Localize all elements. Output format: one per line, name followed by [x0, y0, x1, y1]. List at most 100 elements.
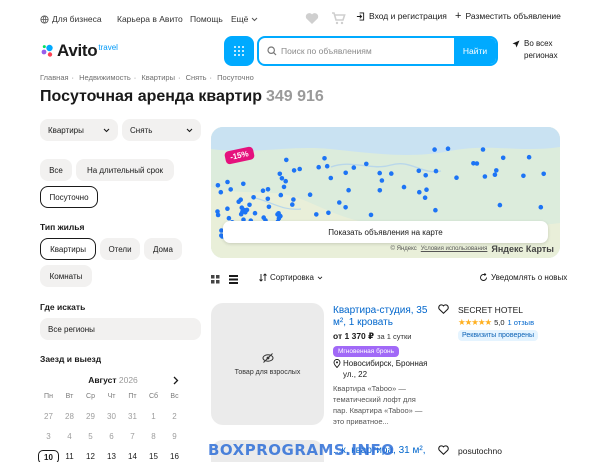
- listing-map-marker: [279, 176, 285, 181]
- favorite-heart-icon[interactable]: [438, 445, 449, 455]
- avito-logo[interactable]: Avito travel: [40, 40, 118, 62]
- weekday: Чт: [107, 393, 116, 400]
- housing-option-rooms[interactable]: Комнаты: [40, 265, 92, 287]
- breadcrumb-item[interactable]: Посуточно: [217, 73, 254, 82]
- term-option-all[interactable]: Все: [40, 159, 72, 181]
- weekday: Пт: [128, 393, 137, 400]
- calendar-day-disabled: 4: [67, 432, 72, 441]
- listing-map-marker: [417, 189, 422, 195]
- adult-product-label: Товар для взрослых: [234, 369, 301, 376]
- listing-map-marker: [278, 192, 284, 198]
- weekday: Вт: [65, 393, 74, 400]
- term-option-daily[interactable]: Посуточно: [40, 186, 98, 208]
- listing-map-marker: [492, 172, 498, 177]
- listing-map-marker: [281, 184, 287, 190]
- housing-option-hotels[interactable]: Отели: [100, 238, 140, 260]
- logo-wordmark: Avito: [57, 41, 98, 60]
- page-title: Посуточная аренда квартир 349 916: [40, 88, 324, 106]
- listing-thumbnail-adult[interactable]: Товар для взрослых: [211, 303, 324, 425]
- more-menu[interactable]: Ещё: [231, 14, 258, 24]
- favorite-heart-icon[interactable]: [438, 304, 449, 314]
- calendar-day-disabled: 6: [109, 432, 114, 441]
- listing-map-marker: [494, 168, 499, 173]
- help-link[interactable]: Помощь: [190, 14, 223, 24]
- listing-map-marker: [500, 155, 506, 161]
- post-ad-link[interactable]: + Разместить объявление: [455, 10, 561, 21]
- region-filter-select[interactable]: Все регионы: [40, 318, 201, 340]
- listing-map-marker: [433, 168, 439, 174]
- breadcrumb-item[interactable]: Снять: [186, 73, 207, 82]
- sort-dropdown[interactable]: Сортировка: [259, 273, 323, 282]
- login-icon: [356, 11, 365, 21]
- listing-map-marker: [432, 147, 437, 152]
- listing-map-marker: [538, 204, 544, 210]
- login-link[interactable]: Вход и регистрация: [356, 11, 447, 21]
- dates-label: Заезд и выезд: [40, 354, 102, 364]
- housing-option-flats[interactable]: Квартиры: [40, 238, 96, 260]
- calendar-day[interactable]: 12: [80, 450, 101, 462]
- listing-title[interactable]: Квартира-студия, 35 м², 1 кровать: [333, 305, 429, 329]
- listing-map-marker: [266, 204, 272, 210]
- listing-map-marker: [401, 184, 407, 190]
- grid-view-icon[interactable]: [211, 275, 220, 284]
- calendar-day-disabled: 28: [65, 412, 74, 421]
- search-button[interactable]: Найти: [454, 38, 496, 64]
- deal-value: Снять: [130, 125, 153, 135]
- chevron-right-icon[interactable]: [172, 376, 180, 385]
- listing-map-marker: [241, 207, 247, 213]
- region-selector[interactable]: Во всех регионах: [512, 38, 558, 62]
- calendar-day[interactable]: 15: [143, 450, 164, 462]
- calendar-day[interactable]: 16: [164, 450, 185, 462]
- map-terms-link[interactable]: Условия использования: [421, 246, 488, 252]
- listing-map-marker: [424, 187, 429, 192]
- search-icon: [267, 46, 277, 56]
- breadcrumb-item[interactable]: Главная: [40, 73, 69, 82]
- listing-map-marker: [252, 210, 258, 216]
- map-preview[interactable]: -15% Показать объявления на карте © Янде…: [211, 127, 560, 258]
- listing-map-marker: [260, 188, 266, 193]
- notify-button[interactable]: Уведомлять о новых: [479, 273, 567, 282]
- listing-map-marker: [480, 147, 486, 152]
- breadcrumb-item[interactable]: Квартиры: [141, 73, 175, 82]
- listing-map-marker: [343, 170, 348, 176]
- category-select[interactable]: Квартиры: [40, 119, 118, 141]
- seller-name[interactable]: SECRET HOTEL: [458, 305, 523, 315]
- seller-name[interactable]: posutochno: [458, 446, 502, 456]
- listing-map-marker: [314, 212, 319, 217]
- yandex-maps-logo[interactable]: Яндекс Карты: [491, 244, 554, 254]
- notify-label: Уведомлять о новых: [491, 273, 568, 282]
- listing-price-value: от 1 370 ₽: [333, 331, 375, 341]
- listing-map-marker: [225, 179, 230, 185]
- listing-map-marker: [445, 146, 451, 151]
- calendar-day[interactable]: 11: [59, 450, 80, 462]
- listing-map-marker: [454, 175, 459, 180]
- listing-map-marker: [324, 163, 330, 169]
- breadcrumb-item[interactable]: Недвижимость: [79, 73, 131, 82]
- listing-map-marker: [377, 170, 382, 176]
- avito-dots-icon: [41, 44, 53, 57]
- listing-price-unit: за 1 сутки: [377, 332, 412, 341]
- listing-map-marker: [226, 215, 232, 221]
- term-option-long[interactable]: На длительный срок: [76, 159, 174, 181]
- listing-map-marker: [474, 161, 480, 166]
- career-link[interactable]: Карьера в Авито: [117, 14, 183, 24]
- show-on-map-button[interactable]: Показать объявления на карте: [223, 221, 548, 243]
- categories-button[interactable]: [224, 36, 254, 66]
- business-link[interactable]: Для бизнеса: [40, 14, 102, 24]
- favorites-heart-icon[interactable]: [305, 12, 319, 25]
- housing-option-houses[interactable]: Дома: [144, 238, 182, 260]
- deal-select[interactable]: Снять: [122, 119, 201, 141]
- listing-address: Новосибирск, Бронная ул., 22: [333, 358, 429, 380]
- listing-map-marker: [343, 205, 348, 210]
- listing-map-marker: [225, 206, 230, 211]
- cart-icon[interactable]: [331, 12, 346, 25]
- listing-map-marker: [379, 178, 385, 183]
- listing-map-marker: [297, 166, 302, 172]
- listing-map-marker: [422, 195, 428, 200]
- reviews-link[interactable]: 1 отзыв: [508, 318, 535, 327]
- list-view-icon[interactable]: [229, 275, 238, 284]
- calendar-day[interactable]: 14: [122, 450, 143, 462]
- search-input[interactable]: [277, 38, 454, 64]
- calendar-day[interactable]: 13: [101, 450, 122, 462]
- calendar-day-today[interactable]: 10: [38, 450, 59, 462]
